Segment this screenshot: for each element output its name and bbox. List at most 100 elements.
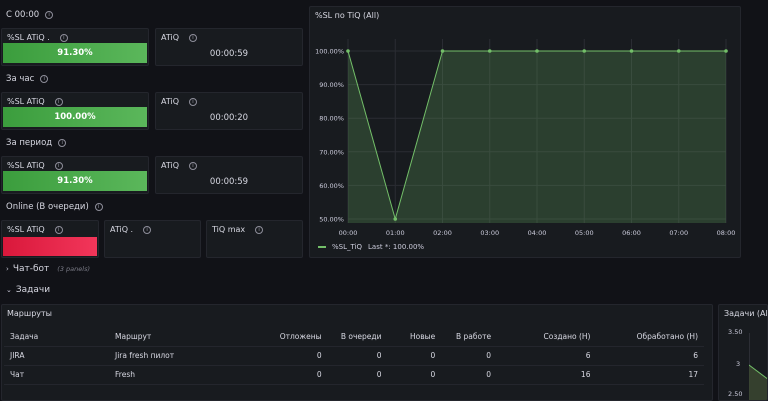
table-cell: 0 [247,365,328,385]
y-tick-label: 100.00% [315,48,344,56]
table-header-row: Задача Маршрут Отложены В очереди Новые … [4,327,704,347]
row-chatbot[interactable]: › Чат-бот (3 panels) [6,264,90,274]
data-point[interactable] [724,49,728,53]
column-header[interactable]: Обработано (Н) [596,327,704,347]
info-icon[interactable]: i [54,97,63,106]
y-tick-label: 80.00% [319,115,344,123]
stat-value: 91.30% [3,43,147,63]
x-tick-label: 03:00 [480,229,499,237]
row-tasks[interactable]: ⌄ Задачи [6,285,50,295]
routes-table-panel[interactable]: Маршруты Задача Маршрут Отложены В очере… [1,304,713,401]
x-tick-label: 06:00 [622,229,641,237]
data-point[interactable] [393,217,398,221]
section-title-online: Online (В очереди) i [6,202,103,212]
info-icon[interactable]: i [189,161,198,170]
table-cell: 16 [497,365,597,385]
column-header[interactable]: Создано (Н) [497,327,597,347]
data-point[interactable] [346,49,350,53]
panel-title: Задачи (All) [724,309,768,318]
y-tick-label: 2.50 [728,390,743,398]
routes-table: Задача Маршрут Отложены В очереди Новые … [4,327,704,385]
table-cell: 17 [596,365,704,385]
info-icon[interactable]: i [189,33,198,42]
data-point[interactable] [582,49,587,53]
info-icon[interactable]: i [94,203,103,211]
series-area-fill [348,51,726,223]
x-tick-label: 02:00 [433,229,452,237]
table-cell: 0 [327,365,388,385]
stat-panel-hour-sl[interactable]: %SL ATiQ i 100.00% [1,92,149,130]
stat-panel-online-atiq[interactable]: ATiQ . i [104,220,201,258]
stat-panel-period-atiq[interactable]: ATiQ i 00:00:59 [155,156,303,194]
table-cell: Fresh [109,365,248,385]
y-tick-label: 60.00% [319,182,344,190]
panel-title: %SL ATiQ [7,97,45,106]
info-icon[interactable]: i [189,97,198,106]
tasks-chart-panel[interactable]: Задачи (All) 3.50 3 2.50 [718,304,768,401]
info-icon[interactable]: i [58,139,67,147]
stat-value: 00:00:20 [209,113,249,123]
panel-title: Маршруты [7,309,52,318]
info-icon[interactable]: i [40,75,49,83]
section-title-period: За период i [6,138,67,148]
x-tick-label: 00:00 [339,229,358,237]
data-point[interactable] [676,49,681,53]
info-icon[interactable]: i [45,11,54,19]
table-cell: JIRA [4,346,110,366]
panel-title: %SL ATiQ [7,225,45,234]
table-cell: 0 [387,346,442,366]
column-header[interactable]: В работе [441,327,498,347]
tasks-series-area [749,364,767,400]
stat-panel-midnight-sl[interactable]: %SL ATiQ . i 91.30% [1,28,149,66]
data-point[interactable] [629,49,634,53]
table-row[interactable]: Чат Fresh 0 0 0 0 16 17 [4,365,704,385]
panel-title: ATiQ [161,33,180,42]
column-header[interactable]: Задача [4,327,110,347]
table-cell: Jira fresh пилот [109,346,248,366]
chart-panel-sl-tiq[interactable]: %SL по TiQ (All) 50.00% 60.00% 70.00% 80.00… [309,6,741,258]
y-tick-label: 70.00% [319,148,344,156]
stat-value: 00:00:59 [209,177,249,187]
table-row[interactable]: JIRA Jira fresh пилот 0 0 0 0 6 6 [4,346,704,366]
legend-swatch [318,246,326,248]
table-cell: 0 [441,365,498,385]
x-tick-label: 07:00 [669,229,688,237]
stat-panel-online-sl[interactable]: %SL ATiQ i [1,220,99,258]
x-tick-label: 04:00 [528,229,547,237]
column-header[interactable]: Отложены [247,327,328,347]
stat-panel-midnight-atiq[interactable]: ATiQ i 00:00:59 [155,28,303,66]
table-cell: 0 [441,346,498,366]
info-icon[interactable]: i [255,225,264,234]
row-panel-count: (3 panels) [57,265,90,273]
row-title: Чат-бот [12,264,50,274]
column-header[interactable]: Маршрут [109,327,248,347]
y-tick-label: 50.00% [319,216,344,224]
x-tick-label: 05:00 [575,229,594,237]
stat-panel-hour-atiq[interactable]: ATiQ i 00:00:20 [155,92,303,130]
stat-panel-period-sl[interactable]: %SL ATiQ i 91.30% [1,156,149,194]
column-header[interactable]: Новые [387,327,442,347]
info-icon[interactable]: i [143,225,152,234]
x-tick-label: 08:00 [717,229,736,237]
row-title: Задачи [15,285,51,295]
data-point[interactable] [535,49,539,53]
info-icon[interactable]: i [54,161,63,170]
info-icon[interactable]: i [54,225,63,234]
table-cell: 6 [497,346,597,366]
table-cell: 0 [327,346,388,366]
section-title-since-midnight: С 00:00 i [6,10,54,20]
data-point[interactable] [440,49,445,53]
stat-panel-online-tiq-max[interactable]: TiQ max i [206,220,303,258]
table-cell: 6 [596,346,704,366]
sl-tiq-chart: 50.00% 60.00% 70.00% 80.00% 90.00% 100.00% 00:… [315,39,736,237]
stat-value-bar [3,237,97,256]
column-header[interactable]: В очереди [327,327,388,347]
panel-title: ATiQ [161,161,180,170]
chevron-down-icon: ⌄ [6,286,12,294]
info-icon[interactable]: i [59,33,68,42]
table-cell: 0 [247,346,328,366]
y-tick-label: 3 [736,360,741,368]
chart-legend[interactable]: %SL_TiQ Last *: 100.00% [318,243,424,251]
data-point[interactable] [487,49,492,53]
legend-series-label: %SL_TiQ [332,243,363,251]
